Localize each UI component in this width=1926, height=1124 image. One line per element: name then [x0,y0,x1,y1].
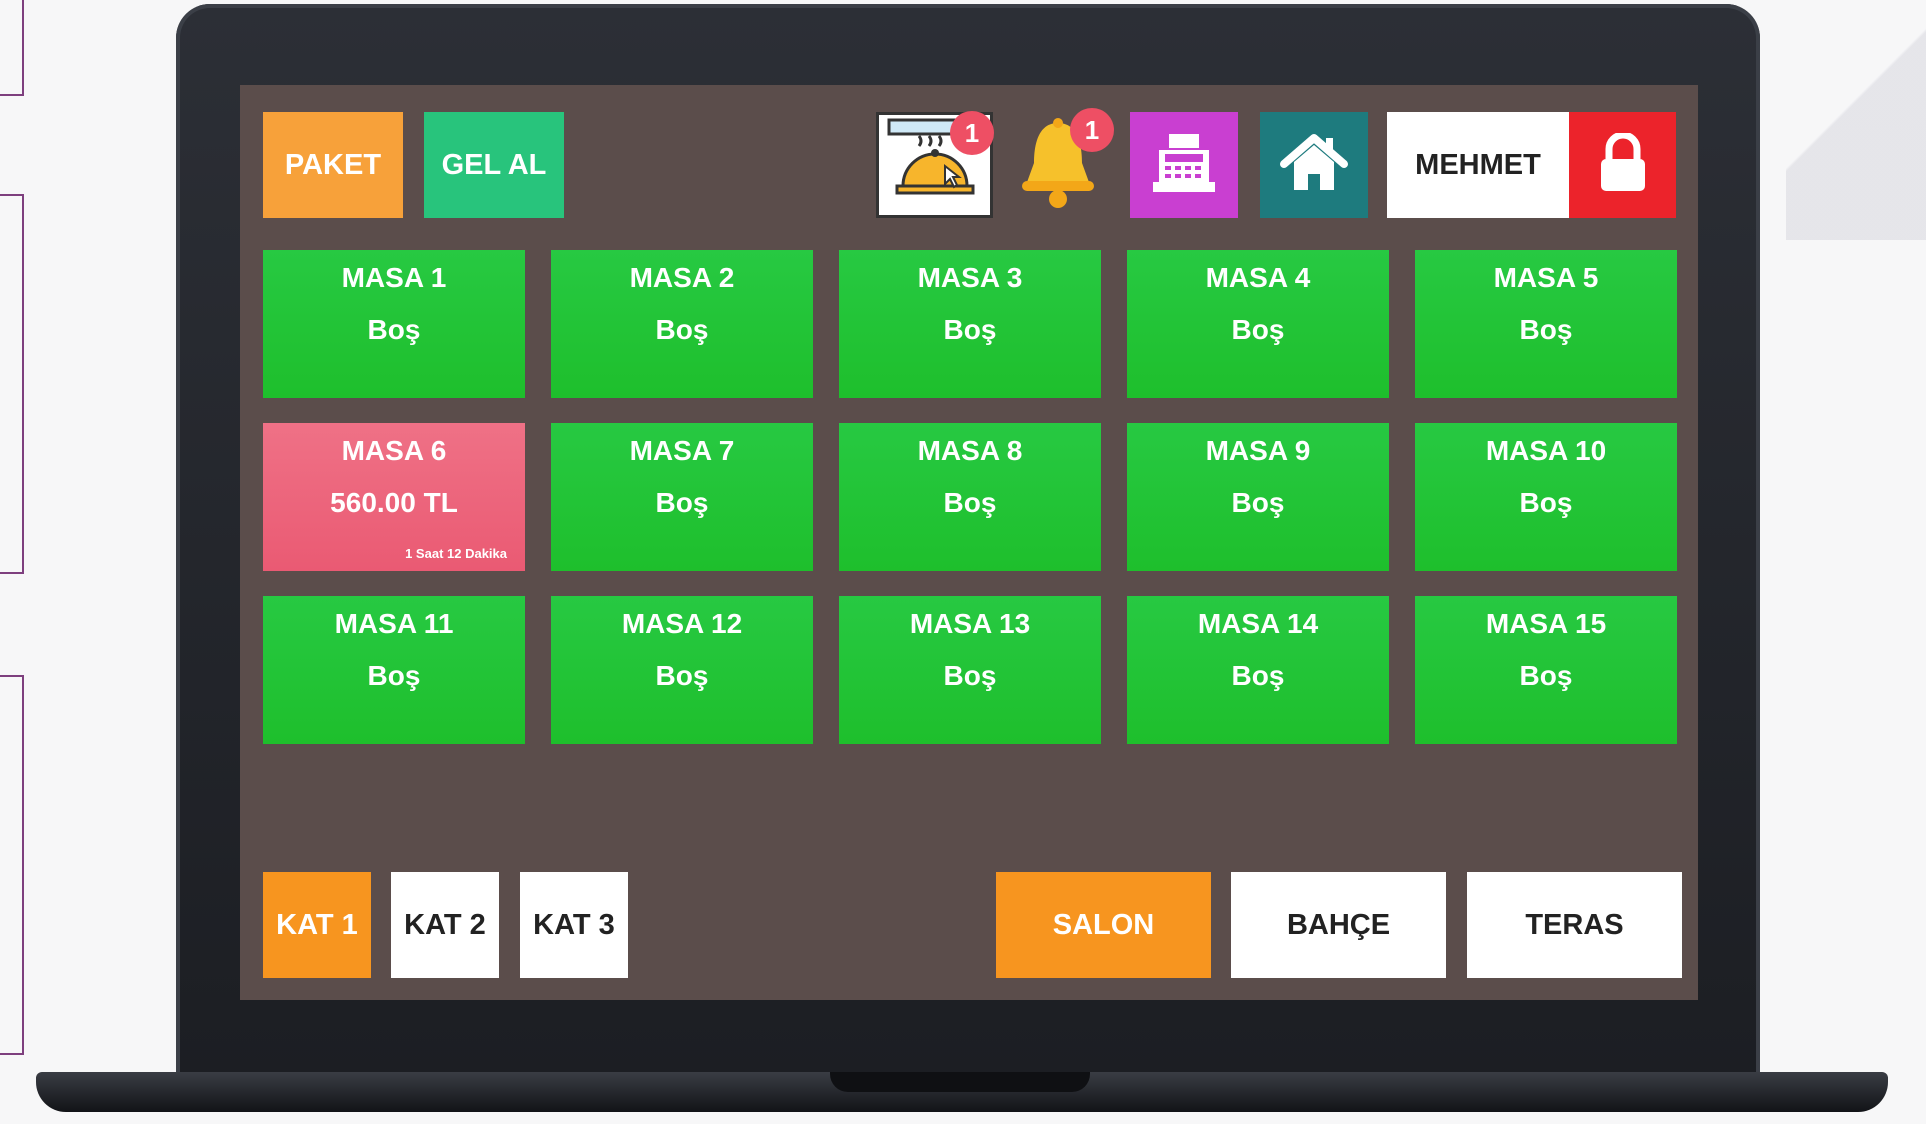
table-status: Boş [655,314,709,345]
table-name: MASA 10 [1485,435,1607,466]
decor-bracket [0,675,24,1055]
table-status: Boş [367,660,421,691]
table-status: 560.00 TL [330,487,458,518]
paket-button[interactable]: PAKET [263,112,403,218]
table-name: MASA 14 [1197,608,1319,639]
table-tile[interactable]: MASA 12 Boş [551,596,813,744]
table-status: Boş [367,314,421,345]
table-name: MASA 2 [629,262,735,293]
table-tile[interactable]: MASA 9 Boş [1127,423,1389,571]
table-tile[interactable]: MASA 4 Boş [1127,250,1389,398]
floor-tab-kat-1[interactable]: KAT 1 [263,872,371,978]
table-name: MASA 15 [1485,608,1607,639]
home-button[interactable] [1260,112,1368,218]
table-status: Boş [1519,314,1573,345]
table-status: Boş [1231,314,1285,345]
table-name: MASA 13 [909,608,1031,639]
table-tile[interactable]: MASA 13 Boş [839,596,1101,744]
orders-count-badge: 1 [950,111,994,155]
cash-register-button[interactable] [1130,112,1238,218]
table-status: Boş [943,487,997,518]
table-status: Boş [1519,487,1573,518]
floor-tab-kat-3[interactable]: KAT 3 [520,872,628,978]
decor-shape [1786,0,1926,240]
table-status: Boş [1231,660,1285,691]
pos-screen: PAKET GEL AL 1 1 MEHMET MASA 1 Boş MASA … [240,85,1698,1000]
lock-button[interactable] [1569,112,1676,218]
table-tile[interactable]: MASA 7 Boş [551,423,813,571]
table-name: MASA 4 [1205,262,1311,293]
table-tile[interactable]: MASA 8 Boş [839,423,1101,571]
decor-bracket [0,0,24,96]
table-name: MASA 5 [1493,262,1599,293]
floor-tab-kat-2[interactable]: KAT 2 [391,872,499,978]
gel-al-button[interactable]: GEL AL [424,112,564,218]
lock-icon [1597,131,1649,198]
table-tile[interactable]: MASA 14 Boş [1127,596,1389,744]
user-name-label[interactable]: MEHMET [1387,112,1569,218]
decor-bracket [0,194,24,574]
table-tile[interactable]: MASA 5 Boş [1415,250,1677,398]
table-status: Boş [943,660,997,691]
table-tile[interactable]: MASA 10 Boş [1415,423,1677,571]
area-tab-bahce[interactable]: BAHÇE [1231,872,1446,978]
table-name: MASA 3 [917,262,1023,293]
table-tile[interactable]: MASA 1 Boş [263,250,525,398]
table-name: MASA 7 [629,435,735,466]
notifications-button[interactable]: 1 [1008,108,1114,218]
table-tile[interactable]: MASA 2 Boş [551,250,813,398]
notifications-count-badge: 1 [1070,108,1114,152]
area-tab-teras[interactable]: TERAS [1467,872,1682,978]
table-name: MASA 8 [917,435,1023,466]
table-status: Boş [655,487,709,518]
table-status: Boş [1231,487,1285,518]
table-tile[interactable]: MASA 11 Boş [263,596,525,744]
orders-button[interactable]: 1 [876,111,994,218]
table-duration: 1 Saat 12 Dakika [405,546,507,561]
table-name: MASA 1 [341,262,447,293]
table-name: MASA 9 [1205,435,1311,466]
tables-grid: MASA 1 Boş MASA 2 Boş MASA 3 Boş MASA 4 Boş MASA… [263,250,1677,744]
table-tile[interactable]: MASA 15 Boş [1415,596,1677,744]
table-tile[interactable]: MASA 3 Boş [839,250,1101,398]
table-name: MASA 12 [621,608,743,639]
table-status: Boş [1519,660,1573,691]
home-icon [1280,132,1348,199]
table-status: Boş [655,660,709,691]
table-name: MASA 11 [334,608,454,639]
table-tile[interactable]: MASA 6 560.00 TL 1 Saat 12 Dakika [263,423,525,571]
laptop-notch [830,1072,1090,1092]
table-name: MASA 6 [341,435,447,466]
area-tab-salon[interactable]: SALON [996,872,1211,978]
cash-register-icon [1151,132,1217,199]
table-status: Boş [943,314,997,345]
